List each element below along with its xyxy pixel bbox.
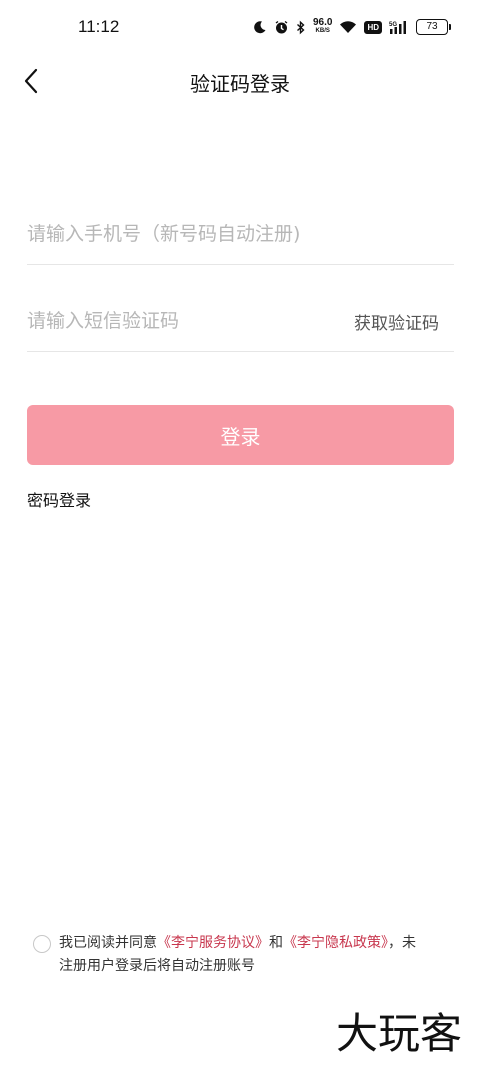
- agreement-prefix: 我已阅读并同意: [59, 935, 157, 951]
- agreement-conjunction: 和: [269, 935, 283, 951]
- watermark-text: 大玩客: [336, 1009, 462, 1058]
- sms-code-input[interactable]: [27, 293, 327, 349]
- bluetooth-icon: [296, 20, 306, 35]
- agreement-text: 我已阅读并同意《李宁服务协议》和《李宁隐私政策》，未注册用户登录后将自动注册账号: [59, 932, 429, 978]
- status-bar: 11:12 96.0 KB/S HD 5G 73: [0, 0, 480, 56]
- watermark-logo: 大玩客: [324, 1004, 474, 1060]
- status-time: 11:12: [78, 17, 120, 36]
- page-title: 验证码登录: [190, 72, 290, 96]
- phone-input[interactable]: [27, 206, 454, 262]
- password-login-link[interactable]: 密码登录: [27, 487, 91, 511]
- network-speed: 96.0 KB/S: [313, 18, 332, 36]
- phone-field: [27, 206, 454, 265]
- nav-bar: 验证码登录: [0, 56, 480, 106]
- hd-badge: HD: [364, 20, 382, 34]
- moon-icon: [253, 20, 267, 34]
- network-speed-unit: KB/S: [315, 28, 330, 34]
- code-field: 获取验证码: [27, 293, 454, 352]
- status-icons: 96.0 KB/S HD 5G 73: [253, 16, 451, 38]
- login-button[interactable]: 登录: [27, 405, 454, 465]
- alarm-icon: [274, 20, 289, 35]
- agree-checkbox[interactable]: [33, 935, 51, 953]
- get-code-button[interactable]: 获取验证码: [354, 309, 439, 334]
- battery-indicator: 73: [416, 19, 451, 35]
- wifi-icon: [339, 20, 357, 34]
- cellular-signal-icon: 5G: [389, 20, 409, 35]
- network-speed-value: 96.0: [312, 17, 333, 28]
- service-agreement-link[interactable]: 《李宁服务协议》: [157, 935, 269, 951]
- privacy-policy-link[interactable]: 《李宁隐私政策》: [283, 935, 388, 951]
